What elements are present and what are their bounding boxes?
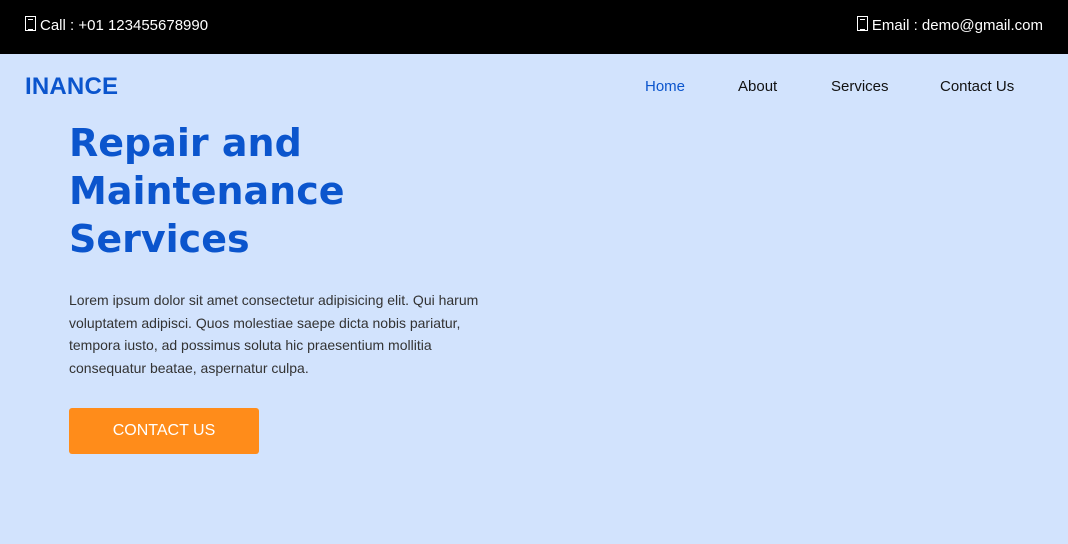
nav-home[interactable]: Home <box>645 78 685 95</box>
hero-description: Lorem ipsum dolor sit amet consectetur a… <box>69 292 479 376</box>
call-text: Call : +01 123455678990 <box>40 17 209 34</box>
brand-logo[interactable]: INANCE <box>25 73 118 101</box>
email-text: Email : demo@gmail.com <box>871 17 1043 34</box>
top-bar: Call : +01 123455678990 Email : demo@gma… <box>0 0 1068 54</box>
nav-about[interactable]: About <box>738 78 777 95</box>
call-info[interactable]: Call : +01 123455678990 <box>25 16 209 34</box>
email-icon <box>856 16 868 31</box>
phone-icon <box>25 16 36 31</box>
nav-services[interactable]: Services <box>831 78 889 95</box>
contact-us-button[interactable]: CONTACT US <box>69 408 259 454</box>
email-info[interactable]: Email : demo@gmail.com <box>856 16 1043 34</box>
hero-title: Repair and Maintenance Services <box>69 121 345 261</box>
nav-contact-us[interactable]: Contact Us <box>940 78 1014 95</box>
